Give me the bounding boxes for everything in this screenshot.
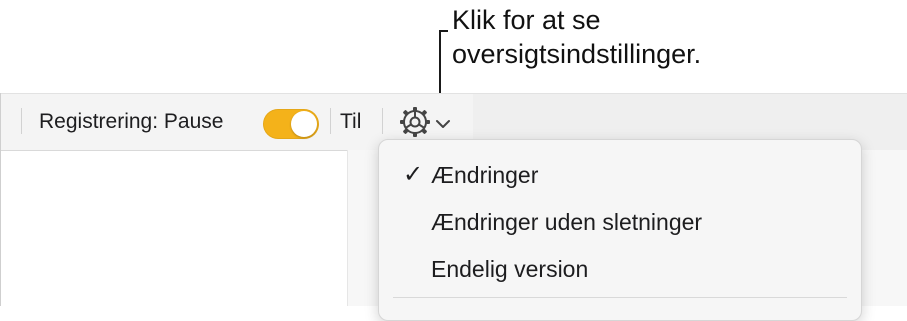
menu-item-label: Ændringer (431, 162, 539, 188)
view-options-menu: ✓ Ændringer Ændringer uden sletninger En… (378, 139, 862, 321)
callout-text: Klik for at se oversigtsindstillinger. (452, 3, 701, 71)
tracking-status-label: Til (340, 110, 362, 133)
menu-separator (393, 297, 847, 298)
tracking-toggle-knob (291, 111, 317, 137)
callout-line-2: oversigtsindstillinger. (452, 39, 702, 69)
checkmark-icon: ✓ (402, 161, 424, 188)
toolbar-separator (21, 108, 22, 134)
gear-icon (400, 107, 430, 137)
toolbar-separator (330, 108, 331, 134)
menu-item-label: Endelig version (431, 256, 589, 282)
menu-item-changes-without-deletions[interactable]: Ændringer uden sletninger (379, 202, 861, 242)
tracking-toggle[interactable] (263, 109, 319, 139)
menu-item-label: Ændringer uden sletninger (431, 209, 703, 235)
menu-item-final-version[interactable]: Endelig version (379, 249, 861, 289)
menu-item-changes[interactable]: ✓ Ændringer (379, 155, 861, 195)
toolbar-separator (382, 108, 383, 134)
callout-line-1: Klik for at se (452, 5, 601, 35)
chevron-down-icon (436, 120, 450, 128)
tracking-label: Registrering: Pause (39, 110, 224, 133)
view-options-button[interactable] (397, 105, 457, 139)
canvas-divider (347, 150, 348, 306)
